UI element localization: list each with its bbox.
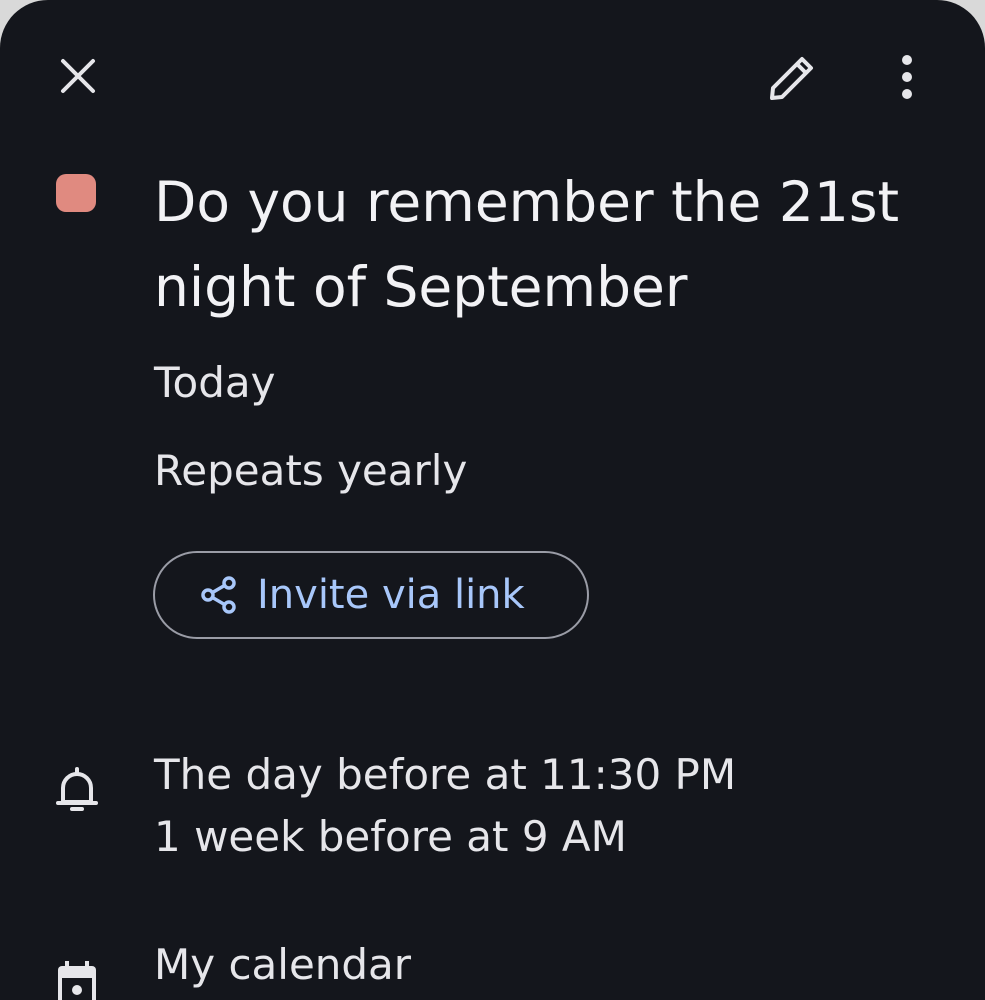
event-color-indicator [56, 174, 96, 212]
calendar-name[interactable]: My calendar [154, 940, 411, 989]
close-icon[interactable] [54, 52, 102, 100]
bell-icon [56, 767, 98, 811]
event-title: Do you remember the 21st night of Septem… [154, 170, 900, 319]
event-date: Today [154, 358, 276, 407]
pencil-icon[interactable] [758, 48, 822, 112]
reminder-item[interactable]: The day before at 11:30 PM [154, 750, 736, 799]
invite-label: Invite via link [257, 572, 525, 618]
more-vert-icon[interactable] [885, 48, 929, 108]
reminder-item[interactable]: 1 week before at 9 AM [154, 812, 627, 861]
event-detail-sheet: Do you remember the 21st night of Septem… [0, 0, 985, 1000]
invite-via-link-button[interactable]: Invite via link [153, 551, 589, 639]
event-recurrence: Repeats yearly [154, 446, 468, 495]
share-icon [201, 576, 236, 614]
calendar-icon [58, 961, 96, 1000]
